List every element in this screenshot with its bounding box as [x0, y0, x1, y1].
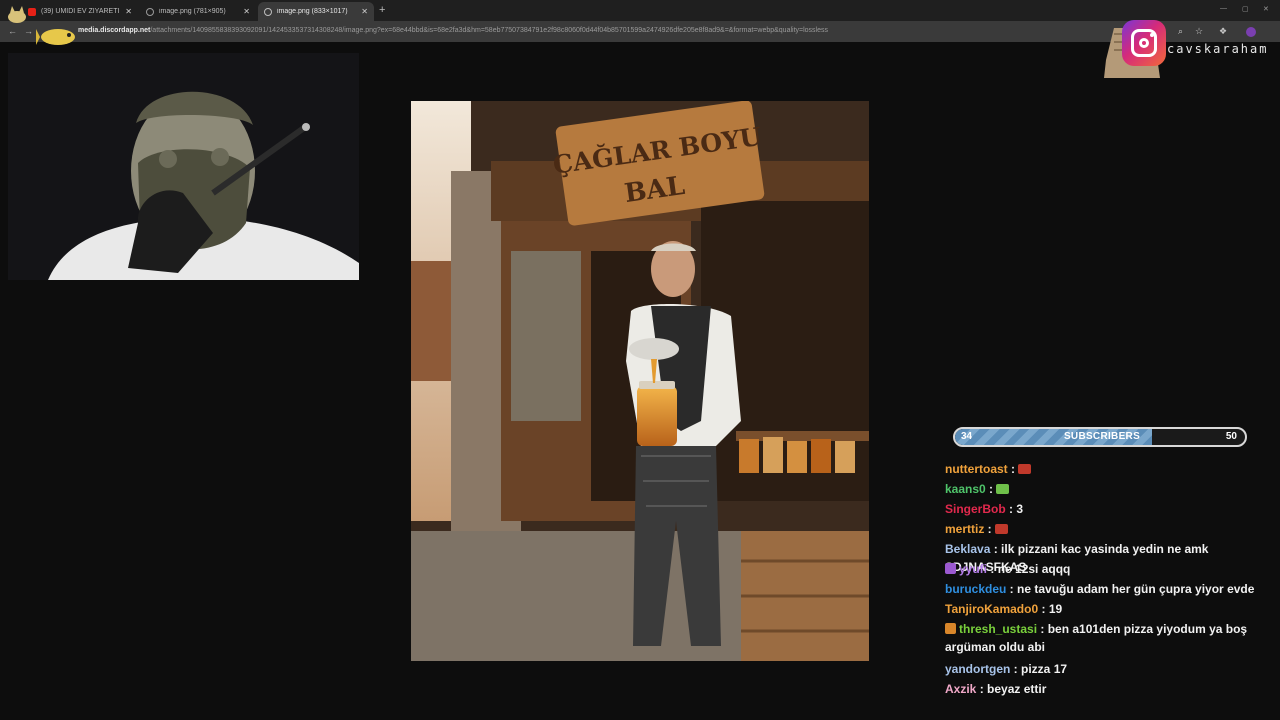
chat-message: SingerBob : 3 — [945, 502, 1024, 516]
extensions-icon[interactable]: ❖ — [1219, 26, 1227, 37]
chat-text: ne 12si aqqq — [997, 562, 1071, 576]
chat-username: Beklava — [945, 542, 991, 556]
subscriber-target: 50 — [1225, 431, 1237, 442]
url-path: /attachments/1409855838393092091/1424533… — [150, 27, 829, 34]
chat-message: yyufi : ne 12si aqqq — [945, 560, 1280, 578]
subscriber-goal-label: SUBSCRIBERS — [1063, 431, 1141, 442]
globe-icon — [146, 7, 154, 16]
tab-youtube[interactable]: (39) ÜMİDİ EV ZİYARETİ - YouTube ✕ — [22, 2, 138, 21]
chat-text: 3 — [1016, 502, 1024, 516]
address-bar-row: ← → media.discordapp.net/attachments/140… — [0, 21, 1280, 42]
close-icon[interactable]: ✕ — [125, 7, 132, 16]
close-icon[interactable]: ✕ — [361, 7, 368, 16]
url-host: media.discordapp.net — [78, 27, 151, 34]
forward-icon[interactable]: → — [24, 26, 33, 36]
chat-message: nuttertoast : — [945, 460, 1280, 478]
emote-icon — [1018, 464, 1032, 474]
chat-message: buruckdeu : ne tavuğu adam her gün çupra… — [945, 582, 1255, 596]
chat-text: 19 — [1048, 602, 1063, 616]
honey-jars-shelf — [736, 431, 869, 661]
subscriber-goal-bar: SUBSCRIBERS 34 50 — [953, 427, 1247, 447]
close-window-icon[interactable]: ✕ — [1263, 5, 1269, 13]
bookmark-star-icon[interactable]: ☆ — [1195, 26, 1203, 37]
subscriber-count: 34 — [961, 431, 973, 442]
chat-username: buruckdeu — [945, 582, 1007, 596]
tab-title: (39) ÜMİDİ EV ZİYARETİ - YouTube — [41, 8, 120, 15]
new-tab-button[interactable]: + — [379, 4, 385, 16]
emote-icon — [995, 524, 1009, 534]
chat-text: ne tavuğu adam her gün çupra yiyor evde — [1017, 582, 1255, 596]
cat-sticker-icon — [8, 6, 26, 23]
chat-text: pizza 17 — [1021, 662, 1068, 676]
url-field[interactable]: media.discordapp.net/attachments/1409855… — [78, 27, 828, 34]
chat-message: TanjiroKamado0 : 19 — [945, 602, 1063, 616]
close-icon[interactable]: ✕ — [243, 7, 250, 16]
tab-image-1[interactable]: image.png (781×905) ✕ — [140, 2, 256, 21]
chat-message: merttiz : — [945, 520, 1280, 538]
chat-username: TanjiroKamado0 — [945, 602, 1039, 616]
minimize-icon[interactable]: — — [1220, 5, 1227, 12]
fish-sticker-icon — [36, 29, 75, 45]
subscriber-badge-icon — [945, 563, 956, 574]
chat-message: yandortgen : pizza 17 — [945, 662, 1068, 676]
chat-username: SingerBob — [945, 502, 1006, 516]
chat-message: thresh_ustasi : ben a101den pizza yiyodu… — [945, 622, 1248, 654]
emote-icon — [996, 484, 1010, 494]
tab-image-2[interactable]: image.png (833×1017) ✕ — [258, 2, 374, 21]
tab-title: image.png (781×905) — [159, 8, 226, 15]
browser-tab-bar: (39) ÜMİDİ EV ZİYARETİ - YouTube ✕ image… — [0, 0, 1280, 21]
profile-avatar[interactable] — [1246, 27, 1256, 37]
honey-shop-image: ÇAĞLAR BOYU BAL — [411, 101, 869, 661]
chat-message: Axzik : beyaz ettir — [945, 682, 1047, 696]
chat-username: merttiz — [945, 522, 985, 536]
maximize-icon[interactable]: ▢ — [1242, 5, 1249, 13]
chat-text: beyaz ettir — [987, 682, 1047, 696]
chat-username: kaans0 — [945, 482, 986, 496]
subscriber-badge-icon — [945, 623, 956, 634]
chat-message: kaans0 : — [945, 480, 1280, 498]
zoom-icon[interactable]: ⌕ — [1178, 26, 1183, 37]
instagram-icon — [1122, 20, 1166, 66]
back-icon[interactable]: ← — [8, 26, 17, 36]
chat-username: yandortgen — [945, 662, 1011, 676]
stream-screen: (39) ÜMİDİ EV ZİYARETİ - YouTube ✕ image… — [0, 0, 1280, 720]
social-handle: cavskaraham — [1167, 42, 1269, 56]
webcam-feed — [8, 53, 359, 280]
chat-username: nuttertoast — [945, 462, 1008, 476]
chat-username: yyufi — [959, 562, 988, 576]
globe-icon — [264, 7, 272, 16]
tab-title: image.png (833×1017) — [277, 8, 348, 15]
chat-username: thresh_ustasi — [959, 622, 1038, 636]
chat-username: Axzik — [945, 682, 977, 696]
